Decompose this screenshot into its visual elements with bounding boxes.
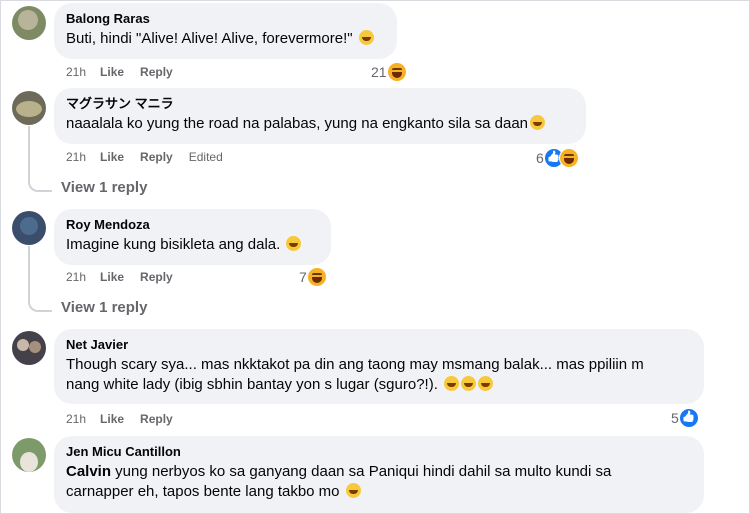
comment-text: Imagine kung bisikleta ang dala. — [66, 235, 319, 255]
timestamp[interactable]: 21h — [66, 65, 86, 79]
timestamp[interactable]: 21h — [66, 270, 86, 284]
comment-author[interactable]: Roy Mendoza — [66, 217, 319, 233]
haha-icon — [558, 148, 579, 168]
comment-text: Calvin yung nerbyos ko sa ganyang daan s… — [66, 463, 612, 500]
timestamp[interactable]: 21h — [66, 412, 86, 426]
reply-connector — [28, 298, 52, 312]
comment-author[interactable]: Balong Raras — [66, 11, 385, 27]
comment-bubble: マグラサン マニラ naaalala ko yung the road na p… — [54, 88, 586, 144]
emoji-icon — [461, 376, 477, 391]
emoji-icon — [345, 483, 361, 498]
emoji-icon — [286, 236, 302, 251]
reaction-summary[interactable]: 21 — [371, 62, 407, 82]
avatar[interactable] — [12, 6, 46, 40]
reaction-summary[interactable]: 7 — [299, 267, 327, 287]
like-icon — [678, 408, 699, 428]
view-replies-link[interactable]: View 1 reply — [61, 299, 147, 316]
comment-actions: 21h Like Reply — [66, 64, 189, 80]
reaction-count: 5 — [671, 410, 679, 426]
emoji-icon — [444, 376, 460, 391]
avatar[interactable] — [12, 331, 46, 365]
comment-actions: 21h Like Reply — [66, 411, 189, 427]
emoji-icon — [478, 376, 494, 391]
comment-author[interactable]: マグラサン マニラ — [66, 96, 574, 112]
reply-button[interactable]: Reply — [140, 412, 173, 426]
comment-actions: 21h Like Reply — [66, 269, 189, 285]
mention-link[interactable]: Calvin — [66, 463, 111, 480]
reply-button[interactable]: Reply — [140, 150, 173, 164]
avatar[interactable] — [12, 438, 46, 472]
reaction-count: 21 — [371, 64, 387, 80]
thread-line — [28, 246, 30, 301]
like-button[interactable]: Like — [100, 65, 124, 79]
reaction-count: 6 — [536, 150, 544, 166]
view-replies-link[interactable]: View 1 reply — [61, 179, 147, 196]
comments-panel: Balong Raras Buti, hindi "Alive! Alive! … — [0, 0, 750, 514]
comment-text: Buti, hindi "Alive! Alive! Alive, foreve… — [66, 29, 385, 49]
comment-author[interactable]: Jen Micu Cantillon — [66, 444, 692, 460]
comment-bubble: Balong Raras Buti, hindi "Alive! Alive! … — [54, 3, 397, 59]
like-button[interactable]: Like — [100, 412, 124, 426]
reaction-summary[interactable]: 5 — [671, 408, 699, 428]
emoji-icon — [358, 30, 374, 45]
edited-label: Edited — [188, 150, 223, 164]
haha-icon — [386, 62, 407, 82]
comment-text: naaalala ko yung the road na palabas, yu… — [66, 114, 574, 134]
emoji-icon — [530, 115, 546, 130]
comment-text: Though scary sya... mas nkktakot pa din … — [66, 356, 644, 393]
avatar[interactable] — [12, 211, 46, 245]
comment-actions: 21h Like Reply Edited — [66, 149, 223, 165]
haha-icon — [306, 267, 327, 287]
comment-author[interactable]: Net Javier — [66, 337, 692, 353]
comment-bubble: Jen Micu Cantillon Calvin yung nerbyos k… — [54, 436, 704, 513]
reply-button[interactable]: Reply — [140, 270, 173, 284]
thread-line — [28, 126, 30, 181]
timestamp[interactable]: 21h — [66, 150, 86, 164]
reply-button[interactable]: Reply — [140, 65, 173, 79]
like-button[interactable]: Like — [100, 270, 124, 284]
comment-bubble: Net Javier Though scary sya... mas nkkta… — [54, 329, 704, 404]
reaction-summary[interactable]: 6 — [536, 148, 579, 168]
reply-connector — [28, 178, 52, 192]
comment-bubble: Roy Mendoza Imagine kung bisikleta ang d… — [54, 209, 331, 265]
reaction-count: 7 — [299, 269, 307, 285]
avatar[interactable] — [12, 91, 46, 125]
like-button[interactable]: Like — [100, 150, 124, 164]
